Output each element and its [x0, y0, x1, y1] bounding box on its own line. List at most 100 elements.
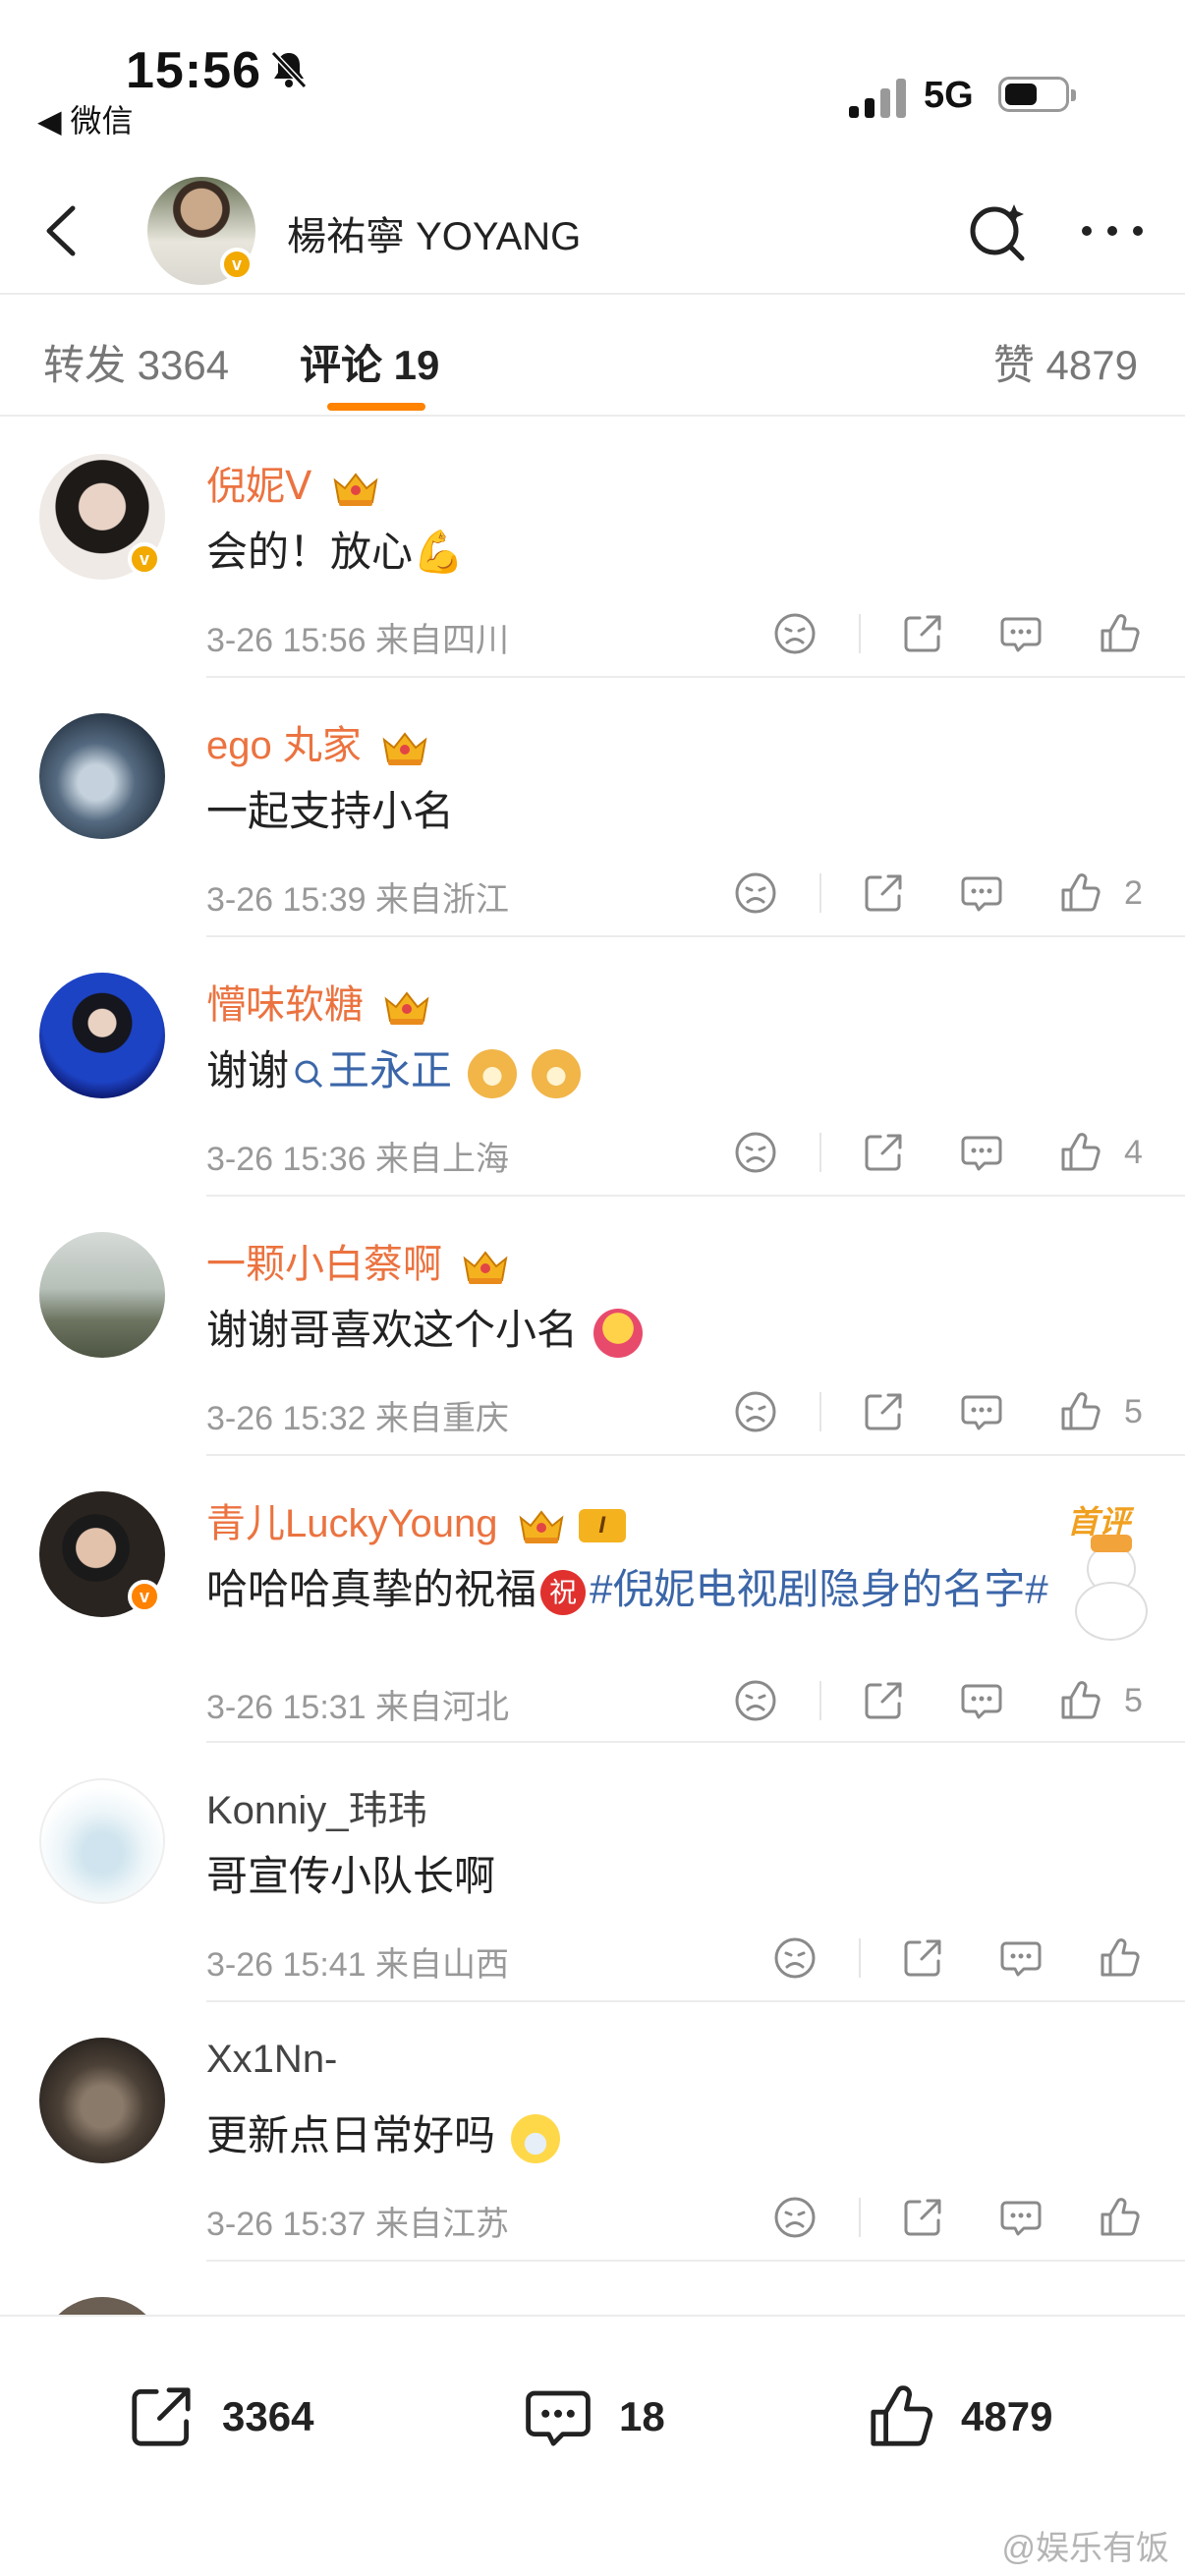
- reply-icon[interactable]: [957, 1676, 1006, 1725]
- action-separator: [819, 1133, 821, 1172]
- like-icon[interactable]: [1095, 1933, 1144, 1983]
- comment-actions: 2: [682, 868, 1144, 918]
- share-icon[interactable]: [859, 868, 908, 918]
- verified-badge-icon: v: [128, 1580, 161, 1613]
- dislike-face-icon[interactable]: [731, 1676, 780, 1725]
- comment-text-prefix: 哈哈哈真挚的祝福: [206, 1566, 537, 1612]
- comment-meta: 3-26 15:56 来自四川: [206, 622, 510, 659]
- verified-badge-icon: v: [220, 248, 254, 281]
- status-time: 15:56: [126, 42, 261, 99]
- vip-crown-icon: [329, 467, 382, 510]
- commenter-name[interactable]: Konniy_玮玮: [206, 1778, 427, 1835]
- dislike-face-icon[interactable]: [731, 868, 780, 918]
- comment-actions: [721, 609, 1144, 658]
- commenter-avatar[interactable]: [39, 713, 165, 839]
- bottom-action-bar: 3364 18 4879: [0, 2315, 1185, 2501]
- more-options-icon[interactable]: [1073, 196, 1152, 265]
- active-tab-indicator: [327, 403, 425, 411]
- reply-icon[interactable]: [996, 1933, 1045, 1983]
- tab-comments[interactable]: 评论 19: [300, 332, 439, 392]
- like-icon[interactable]: [1095, 2193, 1144, 2242]
- comment-meta: 3-26 15:32 来自重庆: [206, 1400, 510, 1437]
- like-icon[interactable]: [1055, 1387, 1104, 1436]
- mention-link[interactable]: 王永正: [328, 1047, 452, 1093]
- comment-item-partial: [0, 2262, 1185, 2315]
- comment-text: 更新点日常好吗: [206, 2102, 560, 2163]
- comment-meta: 3-26 15:37 来自江苏: [206, 2206, 510, 2243]
- reply-icon[interactable]: [996, 2193, 1045, 2242]
- comment-item: Xx1Nn- 更新点日常好吗 3-26 15:37 来自江苏: [0, 2002, 1185, 2262]
- commenter-avatar[interactable]: [39, 1232, 165, 1358]
- like-count: 4879: [961, 2393, 1053, 2439]
- comment-item: ego 丸家 一起支持小名 3-26 15:39 来自浙江 2: [0, 678, 1185, 937]
- back-arrow-icon[interactable]: [29, 196, 98, 265]
- like-count: 2: [1124, 873, 1143, 912]
- commenter-name[interactable]: 懵味软糖: [206, 973, 433, 1030]
- reply-icon[interactable]: [996, 609, 1045, 658]
- comment-text-body: 更新点日常好吗: [206, 2112, 496, 2158]
- dislike-face-icon[interactable]: [731, 1128, 780, 1177]
- commenter-name[interactable]: 一颗小白蔡啊: [206, 1232, 512, 1289]
- doge-emoji-icon: [532, 1048, 582, 1098]
- action-separator: [819, 1392, 821, 1431]
- commenter-avatar[interactable]: [39, 2038, 165, 2163]
- reply-icon[interactable]: [957, 1387, 1006, 1436]
- share-icon[interactable]: [898, 609, 947, 658]
- signal-icon: [847, 75, 910, 118]
- repost-button[interactable]: 3364: [122, 2378, 313, 2456]
- comment-text-body: 谢谢哥喜欢这个小名: [206, 1307, 579, 1353]
- dislike-face-icon[interactable]: [770, 2193, 819, 2242]
- commenter-name[interactable]: ego 丸家: [206, 713, 431, 770]
- comment-actions: [721, 1933, 1144, 1983]
- comment-actions: 4: [682, 1128, 1144, 1177]
- comment-actions: 5: [682, 1676, 1144, 1725]
- dislike-face-icon[interactable]: [770, 1933, 819, 1983]
- share-icon[interactable]: [898, 2193, 947, 2242]
- comment-icon: [526, 2390, 591, 2446]
- like-icon[interactable]: [1055, 1128, 1104, 1177]
- tab-likes[interactable]: 赞 4879: [993, 332, 1138, 392]
- like-icon: [871, 2385, 932, 2446]
- comment-list: v 倪妮Ⅴ 会的！放心💪 3-26 15:56 来自四川 ego 丸家 一起支持…: [0, 419, 1185, 2315]
- tab-reposts[interactable]: 转发 3364: [43, 332, 229, 392]
- commenter-name[interactable]: Xx1Nn-: [206, 2038, 337, 2082]
- comment-button[interactable]: 18: [519, 2378, 665, 2456]
- action-separator: [819, 873, 821, 913]
- comment-item: v 倪妮Ⅴ 会的！放心💪 3-26 15:56 来自四川: [0, 419, 1185, 678]
- share-icon[interactable]: [859, 1387, 908, 1436]
- dislike-face-icon[interactable]: [770, 609, 819, 658]
- like-icon[interactable]: [1055, 1676, 1104, 1725]
- commenter-avatar[interactable]: [39, 1778, 165, 1904]
- blessing-badge-icon: 祝: [540, 1569, 587, 1615]
- author-name[interactable]: 楊祐寧 YOYANG: [287, 204, 581, 261]
- network-type: 5G: [924, 75, 974, 116]
- like-icon[interactable]: [1095, 609, 1144, 658]
- reply-icon[interactable]: [957, 1128, 1006, 1177]
- reply-icon[interactable]: [957, 868, 1006, 918]
- vip-crown-icon: [378, 726, 431, 769]
- share-icon[interactable]: [859, 1676, 908, 1725]
- like-count: 4: [1124, 1133, 1143, 1171]
- comment-meta: 3-26 15:41 来自山西: [206, 1946, 510, 1984]
- post-header: v 楊祐寧 YOYANG: [0, 167, 1185, 295]
- watermark: @娱乐有饭: [1001, 2530, 1169, 2567]
- repost-count: 3364: [222, 2393, 314, 2439]
- commenter-avatar[interactable]: [39, 973, 165, 1098]
- post-tabs: 转发 3364 评论 19 赞 4879: [0, 295, 1185, 417]
- search-icon[interactable]: [963, 196, 1032, 265]
- comment-text: 哥宣传小队长啊: [206, 1853, 496, 1899]
- battery-icon: [998, 77, 1076, 112]
- share-icon[interactable]: [859, 1128, 908, 1177]
- share-icon[interactable]: [898, 1933, 947, 1983]
- dislike-face-icon[interactable]: [731, 1387, 780, 1436]
- hashtag-link[interactable]: #倪妮电视剧隐身的名字#: [590, 1566, 1048, 1612]
- commenter-name[interactable]: 青儿LuckyYoung I: [206, 1491, 626, 1548]
- commenter-name[interactable]: 倪妮Ⅴ: [206, 454, 382, 511]
- like-button[interactable]: 4879: [861, 2378, 1052, 2456]
- commenter-avatar[interactable]: [39, 2297, 165, 2315]
- back-to-app-link[interactable]: ◀ 微信: [37, 96, 134, 141]
- status-bar: 15:56 ◀ 微信 5G: [0, 0, 1185, 167]
- level-badge: I: [578, 1509, 626, 1543]
- like-icon[interactable]: [1055, 868, 1104, 918]
- action-separator: [819, 1681, 821, 1720]
